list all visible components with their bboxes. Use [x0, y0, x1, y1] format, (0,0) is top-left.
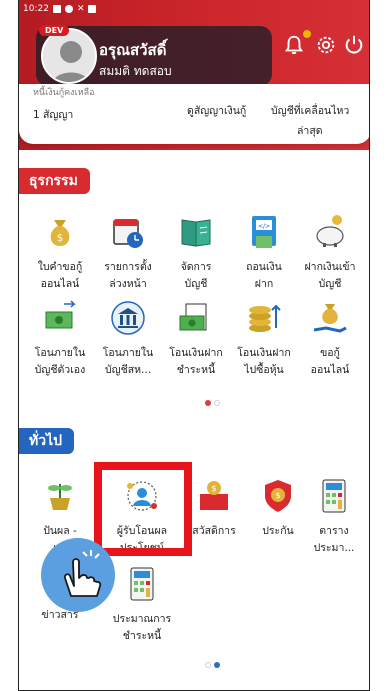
menu-scheduled-items[interactable]: รายการตั้ง ล่วงหน้า — [97, 212, 159, 293]
account-summary: หนี้เงินกู้คงเหลือ 1 สัญญา ดูสัญญาเงินกู… — [19, 84, 369, 144]
money-bag-icon: $ — [50, 220, 70, 246]
menu-label: ตาราง — [319, 525, 349, 537]
status-time: 10:22 — [23, 4, 49, 14]
summary-cut-text: หนี้เงินกู้คงเหลือ — [33, 88, 95, 98]
piggy-bank-icon — [316, 215, 344, 247]
page-dot[interactable] — [214, 400, 220, 406]
power-icon[interactable] — [343, 34, 365, 56]
menu-label: รายการตั้ง — [104, 261, 152, 273]
calculator-icon — [130, 567, 154, 601]
loan-hand-icon — [313, 304, 347, 333]
transfer-cash-icon — [45, 300, 76, 329]
menu-label: ออนไลน์ — [310, 364, 350, 376]
section-general: ทั่วไป — [19, 428, 75, 454]
plant-coins-icon — [48, 484, 72, 510]
menu-label: ฝาก — [254, 278, 274, 290]
menu-schedule-estimate[interactable]: ตาราง ประมา... — [303, 476, 365, 557]
menu-debt-estimate[interactable]: ประมาณการ ชำระหนี้ — [111, 564, 173, 645]
app-screen: 10:22 ✕ DEV อรุณสวัสดิ์ สมมติ ทดสอบ หนี้… — [18, 0, 370, 691]
menu-label: ออนไลน์ — [40, 278, 80, 290]
bank-building-icon — [111, 301, 145, 335]
notification-status-icon — [52, 5, 61, 13]
bell-icon[interactable] — [283, 34, 305, 56]
calculator-icon — [322, 479, 346, 513]
tap-hand-icon — [41, 538, 115, 612]
gear-icon[interactable] — [315, 34, 337, 56]
svg-text:</>: </> — [258, 223, 270, 230]
view-loan-link[interactable]: ดูสัญญาเงินกู้ — [187, 102, 246, 119]
menu-label: ไปซื้อหุ้น — [244, 364, 284, 376]
transactions-page-indicator — [205, 400, 220, 406]
welfare-icon: $ — [200, 481, 228, 510]
coins-stack-icon — [249, 304, 281, 332]
menu-label: ฝากเงินเข้า — [304, 261, 356, 273]
avatar[interactable] — [41, 28, 97, 84]
menu-label: บัญชี — [184, 278, 208, 290]
menu-withdraw[interactable]: </> ถอนเงิน ฝาก — [233, 212, 295, 293]
menu-online-loan[interactable]: ขอกู้ ออนไลน์ — [299, 298, 361, 379]
menu-transfer-shares[interactable]: โอนเงินฝาก ไปซื้อหุ้น — [233, 298, 295, 379]
recent-accounts-link[interactable]: บัญชีที่เคลื่อนไหว — [271, 102, 349, 119]
calendar-clock-icon — [113, 219, 143, 248]
menu-insurance[interactable]: $ ประกัน — [247, 476, 309, 540]
menu-label: โอนภายใน — [34, 347, 86, 359]
money-invoice-icon — [179, 303, 207, 331]
svg-text:$: $ — [57, 233, 63, 244]
menu-label: ประมา... — [313, 542, 355, 554]
user-subtitle: สมมติ ทดสอบ — [99, 64, 172, 78]
menu-label: ใบคำขอกู้ — [37, 261, 83, 273]
settings-status-icon — [64, 5, 73, 13]
menu-label: ชำระหนี้ — [122, 630, 162, 642]
menu-label: ถอนเงิน — [246, 261, 282, 273]
menu-loan-application[interactable]: $ ใบคำขอกู้ ออนไลน์ — [29, 212, 91, 293]
menu-transfer-coop[interactable]: โอนภายใน บัญชีสห... — [97, 298, 159, 379]
menu-label: โอนภายใน — [102, 347, 154, 359]
menu-deposit[interactable]: ฝากเงินเข้า บัญชี — [299, 212, 361, 293]
menu-label: ประมาณการ — [112, 613, 172, 625]
page-dot[interactable] — [205, 662, 211, 668]
svg-text:$: $ — [275, 491, 280, 500]
menu-label: จัดการ — [180, 261, 212, 273]
contract-count: 1 สัญญา — [33, 109, 74, 121]
recent-accounts-line2: ล่าสุด — [297, 125, 323, 137]
dev-badge: DEV — [39, 25, 70, 36]
status-bar: 10:22 ✕ — [23, 2, 97, 16]
atm-icon: </> — [252, 216, 276, 248]
menu-welfare[interactable]: $ สวัสดิการ — [183, 476, 245, 540]
x-status-icon: ✕ — [76, 4, 85, 14]
menu-transfer-own[interactable]: โอนภายใน บัญชีตัวเอง — [29, 298, 91, 379]
menu-label: ชำระหนี้ — [176, 364, 216, 376]
page-dot-active — [214, 662, 220, 668]
menu-label: ขอกู้ — [320, 347, 340, 359]
menu-label: บัญชีสห... — [104, 364, 152, 376]
page-dot-active — [205, 400, 211, 406]
ledger-book-icon — [181, 219, 211, 247]
user-name: อรุณสวัสดิ์ — [99, 41, 167, 59]
square-status-icon — [88, 5, 97, 13]
general-page-indicator — [205, 662, 220, 668]
menu-label: โอนเงินฝาก — [237, 347, 291, 359]
menu-transfer-payloan[interactable]: โอนเงินฝาก ชำระหนี้ — [165, 298, 227, 379]
menu-label: สวัสดิการ — [192, 525, 236, 537]
menu-label: โอนเงินฝาก — [169, 347, 223, 359]
menu-label: บัญชี — [318, 278, 342, 290]
notification-dot — [303, 30, 311, 38]
menu-label: ประกัน — [262, 525, 294, 537]
svg-text:$: $ — [211, 484, 216, 493]
menu-manage-account[interactable]: จัดการ บัญชี — [165, 212, 227, 293]
menu-label: บัญชีตัวเอง — [34, 364, 86, 376]
menu-label: ล่วงหน้า — [109, 278, 147, 290]
shield-coin-icon: $ — [265, 480, 291, 512]
section-transactions: ธุรกรรม — [19, 168, 90, 194]
